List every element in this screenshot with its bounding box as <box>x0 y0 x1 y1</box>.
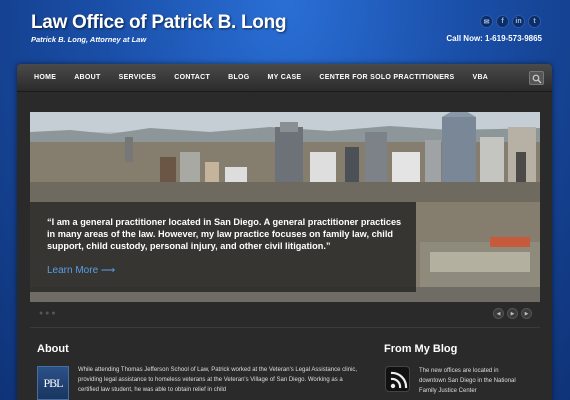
nav-item-vba[interactable]: VBA <box>463 64 497 92</box>
hero-quote: “I am a general practitioner located in … <box>47 217 402 251</box>
phone-number: Call Now: 1-619-573-9865 <box>446 34 542 43</box>
social-links: ✉ f in t <box>480 15 541 28</box>
about-text: While attending Thomas Jefferson School … <box>78 367 358 393</box>
blog-excerpt: The new offices are located in downtown … <box>419 368 516 394</box>
rss-icon[interactable] <box>385 366 410 392</box>
email-icon[interactable]: ✉ <box>480 15 493 28</box>
slider-controls: ◀ ▶ ▶ <box>493 308 532 319</box>
next-icon[interactable]: ▶ <box>521 308 532 319</box>
previous-icon[interactable]: ◀ <box>493 308 504 319</box>
play-icon[interactable]: ▶ <box>507 308 518 319</box>
twitter-icon[interactable]: t <box>528 15 541 28</box>
nav-item-center-for-solo-practitioners[interactable]: CENTER FOR SOLO PRACTITIONERS <box>310 64 463 92</box>
nav-item-services[interactable]: SERVICES <box>110 64 166 92</box>
site-title[interactable]: Law Office of Patrick B. Long <box>31 12 287 34</box>
section-divider <box>30 327 540 328</box>
learn-more-link[interactable]: Learn More ⟶ <box>47 265 406 276</box>
blog-heading: From My Blog <box>384 343 458 355</box>
quote-panel: “I am a general practitioner located in … <box>30 202 416 292</box>
site-tagline: Patrick B. Long, Attorney at Law <box>31 35 147 44</box>
nav-item-my-case[interactable]: MY CASE <box>259 64 311 92</box>
main-container: HOME ABOUT SERVICES CONTACT BLOG MY CASE… <box>17 64 552 400</box>
search-button[interactable] <box>529 71 544 85</box>
nav-item-blog[interactable]: BLOG <box>219 64 258 92</box>
linkedin-icon[interactable]: in <box>512 15 525 28</box>
about-heading: About <box>37 343 69 355</box>
facebook-icon[interactable]: f <box>496 15 509 28</box>
nav-item-about[interactable]: ABOUT <box>65 64 109 92</box>
search-icon <box>532 74 542 84</box>
hero-slider: “I am a general practitioner located in … <box>30 112 540 302</box>
main-nav: HOME ABOUT SERVICES CONTACT BLOG MY CASE… <box>17 64 552 92</box>
nav-item-contact[interactable]: CONTACT <box>165 64 219 92</box>
pbl-logo: PBL <box>37 366 69 400</box>
nav-item-home[interactable]: HOME <box>25 64 65 92</box>
slider-pagination[interactable]: ● ● ● <box>39 310 56 317</box>
